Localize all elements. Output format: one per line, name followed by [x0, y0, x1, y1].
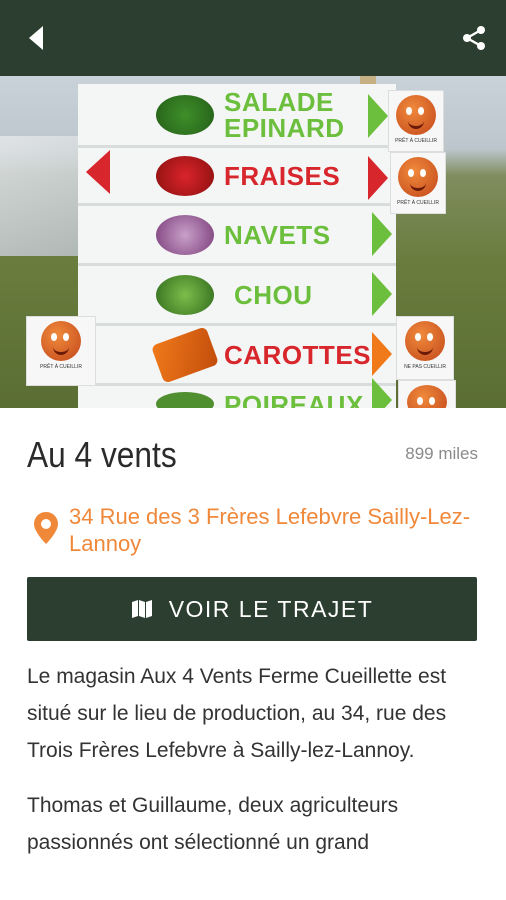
smiley-ready-sign: PRÊT À CUEILLIR — [388, 90, 444, 152]
sign-label: NAVETS — [224, 219, 331, 250]
description-paragraph: Le magasin Aux 4 Vents Ferme Cueillette … — [27, 665, 447, 762]
leek-icon — [156, 392, 214, 408]
arrow-right-icon — [368, 156, 388, 200]
back-button[interactable] — [18, 20, 54, 56]
arrow-left-icon — [86, 150, 110, 194]
shop-name: Au 4 vents — [27, 434, 177, 475]
sign-board-salade: SALADE EPINARD — [78, 84, 396, 148]
sign-board-carottes: CAROTTES — [78, 325, 396, 386]
arrow-right-icon — [372, 378, 392, 408]
arrow-right-icon — [372, 272, 392, 316]
description-paragraph: Thomas et Guillaume, deux agriculteurs p… — [27, 794, 399, 854]
smiley-tag: PRÊT À CUEILLIR — [395, 138, 437, 144]
smiley-notready-sign: NE PAS CUEILLIR — [396, 316, 454, 380]
map-icon — [131, 600, 152, 618]
smiley-ready-sign: PRÊT À CUEILLIR — [26, 316, 96, 386]
sign-board-navets: NAVETS — [78, 206, 396, 266]
back-arrow-icon — [29, 26, 43, 50]
cabbage-icon — [156, 274, 214, 315]
arrow-right-icon — [372, 212, 392, 256]
lettuce-icon — [156, 94, 214, 135]
sign-board-poireaux: POIREAUX — [78, 386, 396, 408]
strawberry-icon — [156, 155, 214, 196]
sign-label: CAROTTES — [224, 339, 371, 370]
sign-label: FRAISES — [224, 160, 341, 191]
sign-board-fraises: FRAISES — [78, 148, 396, 206]
smiley-tag: NE PAS CUEILLIR — [404, 364, 446, 370]
sign-label: POIREAUX — [224, 390, 364, 408]
address-link[interactable]: 34 Rue des 3 Frères Lefebvre Sailly-Lez-… — [33, 503, 483, 557]
arrow-right-icon — [368, 94, 388, 138]
smiley-ready-sign — [398, 380, 456, 408]
smiley-tag: PRÊT À CUEILLIR — [40, 364, 82, 370]
shop-description: Le magasin Aux 4 Vents Ferme Cueillette … — [27, 658, 482, 879]
smiley-ready-sign: PRÊT À CUEILLIR — [390, 152, 446, 214]
turnip-icon — [156, 214, 214, 255]
smiley-face-icon — [41, 321, 81, 361]
smiley-tag: PRÊT À CUEILLIR — [397, 200, 439, 206]
view-route-label: VOIR LE TRAJET — [168, 595, 374, 622]
smiley-face-icon — [396, 95, 436, 135]
smiley-face-icon — [398, 157, 438, 197]
share-button[interactable] — [456, 20, 492, 56]
view-route-button[interactable]: VOIR LE TRAJET — [27, 577, 477, 641]
carrot-icon — [150, 325, 220, 384]
address-text: 34 Rue des 3 Frères Lefebvre Sailly-Lez-… — [69, 504, 471, 556]
greenhouse-shape — [0, 136, 86, 256]
app-header — [0, 0, 506, 76]
sign-board-chou: CHOU — [78, 266, 396, 326]
arrow-right-icon — [372, 332, 392, 376]
smiley-face-icon — [405, 321, 445, 361]
share-icon — [463, 26, 485, 50]
sign-label: CHOU — [234, 279, 313, 310]
hero-photo: SALADE EPINARD FRAISES NAVETS CHOU CAROT… — [0, 76, 506, 408]
location-pin-icon — [34, 512, 58, 544]
distance-label: 899 miles — [405, 444, 478, 463]
smiley-face-icon — [407, 385, 447, 408]
sign-label: SALADE EPINARD — [224, 86, 345, 143]
